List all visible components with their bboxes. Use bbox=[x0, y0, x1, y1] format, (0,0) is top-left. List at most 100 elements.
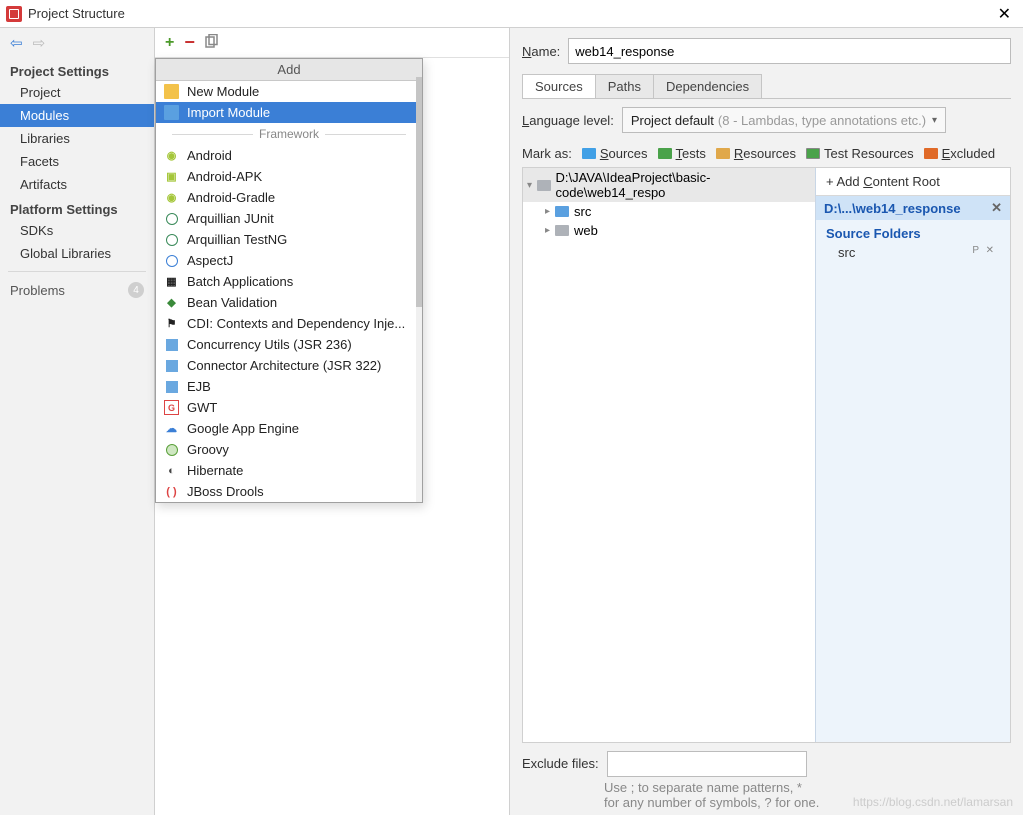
aspectj-icon bbox=[166, 255, 178, 267]
mark-resources[interactable]: Resources bbox=[716, 146, 796, 161]
app-icon bbox=[6, 6, 22, 22]
add-icon[interactable]: + bbox=[165, 34, 174, 52]
tree-item-src[interactable]: ▸ src bbox=[523, 202, 815, 221]
folder-icon bbox=[582, 148, 596, 159]
folder-tree[interactable]: ▾ D:\JAVA\IdeaProject\basic-code\web14_r… bbox=[523, 168, 815, 742]
popup-item-aspectj[interactable]: AspectJ bbox=[156, 250, 422, 271]
tree-item-label: web bbox=[574, 223, 598, 238]
sidebar-item-project[interactable]: Project bbox=[0, 81, 154, 104]
popup-item-label: New Module bbox=[187, 84, 259, 99]
popup-item-connector[interactable]: Connector Architecture (JSR 322) bbox=[156, 355, 422, 376]
folder-icon bbox=[555, 225, 569, 236]
language-level-label: Language level: bbox=[522, 113, 614, 128]
sidebar: ⇦ ⇨ Project Settings Project Modules Lib… bbox=[0, 28, 155, 815]
content-root-label: D:\...\web14_response bbox=[824, 201, 961, 216]
divider bbox=[8, 271, 146, 272]
mark-test-resources[interactable]: Test Resources bbox=[806, 146, 914, 161]
sidebar-item-facets[interactable]: Facets bbox=[0, 150, 154, 173]
popup-item-label: Import Module bbox=[187, 105, 270, 120]
add-content-root-button[interactable]: + Add Content Root bbox=[816, 168, 1010, 196]
exclude-section: Exclude files: Use ; to separate name pa… bbox=[522, 743, 1011, 811]
titlebar: Project Structure ✕ bbox=[0, 0, 1023, 28]
popup-item-gae[interactable]: ☁Google App Engine bbox=[156, 418, 422, 439]
android-icon: ▣ bbox=[164, 169, 179, 184]
remove-icon[interactable]: − bbox=[184, 32, 195, 53]
exclude-files-input[interactable] bbox=[607, 751, 807, 777]
popup-item-concurrency[interactable]: Concurrency Utils (JSR 236) bbox=[156, 334, 422, 355]
circle-icon bbox=[166, 213, 178, 225]
back-arrow-icon[interactable]: ⇦ bbox=[10, 34, 23, 52]
folder-actions[interactable]: P ✕ bbox=[972, 245, 996, 260]
folder-icon bbox=[555, 206, 569, 217]
android-icon: ◉ bbox=[164, 190, 179, 205]
source-folder-item[interactable]: src P ✕ bbox=[816, 243, 1010, 262]
chevron-right-icon[interactable]: ▸ bbox=[545, 225, 550, 236]
language-level-dropdown[interactable]: Project default (8 - Lambdas, type annot… bbox=[622, 107, 946, 133]
popup-item-batch[interactable]: ▦Batch Applications bbox=[156, 271, 422, 292]
content-root[interactable]: D:\...\web14_response ✕ bbox=[816, 196, 1010, 220]
folder-icon bbox=[164, 84, 179, 99]
tree-root[interactable]: ▾ D:\JAVA\IdeaProject\basic-code\web14_r… bbox=[523, 168, 815, 202]
import-icon bbox=[164, 105, 179, 120]
popup-item-gwt[interactable]: GGWT bbox=[156, 397, 422, 418]
sidebar-item-global-libraries[interactable]: Global Libraries bbox=[0, 242, 154, 265]
popup-item-groovy[interactable]: Groovy bbox=[156, 439, 422, 460]
problems-label: Problems bbox=[10, 283, 65, 298]
sidebar-item-sdks[interactable]: SDKs bbox=[0, 219, 154, 242]
popup-item-arquillian-junit[interactable]: Arquillian JUnit bbox=[156, 208, 422, 229]
popup-scroll-thumb[interactable] bbox=[416, 77, 422, 307]
popup-title: Add bbox=[156, 59, 422, 81]
popup-item-android-gradle[interactable]: ◉Android-Gradle bbox=[156, 187, 422, 208]
mark-excluded[interactable]: Excluded bbox=[924, 146, 995, 161]
popup-item-bean-validation[interactable]: ◆Bean Validation bbox=[156, 292, 422, 313]
close-icon[interactable]: ✕ bbox=[992, 4, 1017, 24]
mark-tests[interactable]: Tests bbox=[658, 146, 706, 161]
tree-item-web[interactable]: ▸ web bbox=[523, 221, 815, 240]
folder-icon bbox=[924, 148, 938, 159]
sidebar-item-artifacts[interactable]: Artifacts bbox=[0, 173, 154, 196]
problems-count-badge: 4 bbox=[128, 282, 144, 298]
name-input[interactable] bbox=[568, 38, 1011, 64]
project-settings-header: Project Settings bbox=[0, 58, 154, 81]
batch-icon: ▦ bbox=[164, 274, 179, 289]
popup-item-hibernate[interactable]: ◐Hibernate bbox=[156, 460, 422, 481]
tab-sources[interactable]: Sources bbox=[522, 74, 596, 98]
copy-icon[interactable] bbox=[205, 34, 219, 51]
tab-dependencies[interactable]: Dependencies bbox=[653, 74, 762, 98]
mark-sources[interactable]: Sources bbox=[582, 146, 648, 161]
module-list-panel: + − Add New Module Import Module Framewo… bbox=[155, 28, 510, 815]
sidebar-item-problems[interactable]: Problems 4 bbox=[0, 278, 154, 302]
popup-item-android[interactable]: ◉Android bbox=[156, 145, 422, 166]
module-editor: Name: Sources Paths Dependencies Languag… bbox=[510, 28, 1023, 815]
main: ⇦ ⇨ Project Settings Project Modules Lib… bbox=[0, 28, 1023, 815]
window-title: Project Structure bbox=[28, 6, 992, 21]
mark-as-bar: Mark as: Sources Tests Resources Test Re… bbox=[522, 143, 1011, 167]
popup-item-cdi[interactable]: ⚑CDI: Contexts and Dependency Inje... bbox=[156, 313, 422, 334]
tree-item-label: src bbox=[574, 204, 591, 219]
popup-item-android-apk[interactable]: ▣Android-APK bbox=[156, 166, 422, 187]
popup-item-ejb[interactable]: EJB bbox=[156, 376, 422, 397]
chevron-down-icon[interactable]: ▾ bbox=[527, 180, 532, 191]
popup-item-arquillian-testng[interactable]: Arquillian TestNG bbox=[156, 229, 422, 250]
gae-icon: ☁ bbox=[164, 421, 179, 436]
popup-item-import-module[interactable]: Import Module bbox=[156, 102, 422, 123]
sidebar-item-libraries[interactable]: Libraries bbox=[0, 127, 154, 150]
folder-icon bbox=[716, 148, 730, 159]
hibernate-icon: ◐ bbox=[164, 463, 179, 478]
content-root-panel: + Add Content Root D:\...\web14_response… bbox=[815, 168, 1010, 742]
chevron-right-icon[interactable]: ▸ bbox=[545, 206, 550, 217]
folder-icon bbox=[658, 148, 672, 159]
module-toolbar: + − bbox=[155, 28, 509, 58]
add-popup: Add New Module Import Module Framework ◉… bbox=[155, 58, 423, 503]
source-folders-header: Source Folders bbox=[816, 220, 1010, 243]
ejb-icon bbox=[166, 381, 178, 393]
sources-body: ▾ D:\JAVA\IdeaProject\basic-code\web14_r… bbox=[522, 167, 1011, 743]
popup-item-new-module[interactable]: New Module bbox=[156, 81, 422, 102]
language-level-hint: (8 - Lambdas, type annotations etc.) bbox=[718, 113, 926, 128]
sidebar-item-modules[interactable]: Modules bbox=[0, 104, 154, 127]
close-icon[interactable]: ✕ bbox=[991, 200, 1002, 216]
framework-separator: Framework bbox=[156, 123, 422, 145]
tab-paths[interactable]: Paths bbox=[595, 74, 654, 98]
popup-item-jboss[interactable]: ( )JBoss Drools bbox=[156, 481, 422, 502]
folder-icon bbox=[537, 180, 551, 191]
